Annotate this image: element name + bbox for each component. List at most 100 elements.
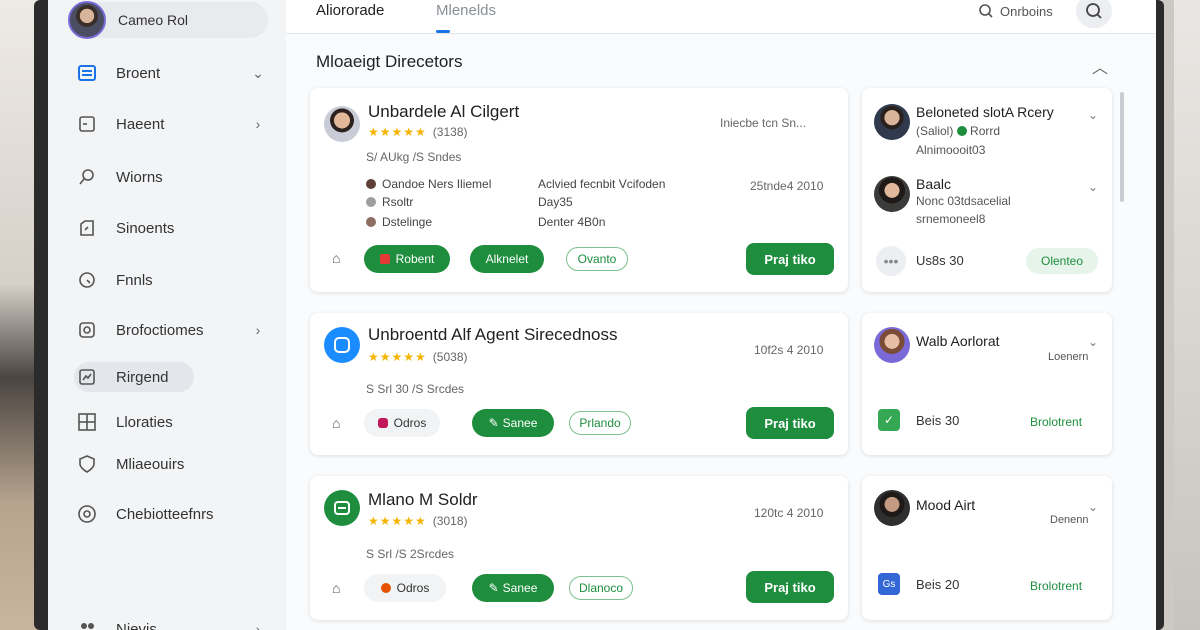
agent-title: Mlano M Soldr [368,490,478,509]
agent-date: 10f2s 4 2010 [754,343,824,357]
app-icon [324,490,360,526]
chevron-down-icon[interactable]: ⌄ [1088,108,1098,122]
detail-item-2: Denter 4B0n [538,215,606,229]
profile-pill[interactable]: Cameo Rol [68,1,268,39]
app-icon: ✓ [878,409,900,431]
chip-dlanoco[interactable]: Dlanoco [569,576,633,600]
bookmark-icon[interactable]: ⌂ [332,250,348,266]
detail-item-2: Day35 [538,195,573,209]
top-bar: Aliororade Mlenelds Onrboins [286,0,1156,34]
rating: ★★★★★ (3018) [368,514,468,528]
agent-meta: S Srl /S 2Srcdes [366,547,455,561]
chip-sanee[interactable]: ✎ Sanee [472,409,554,437]
chevron-right-icon: › [255,322,261,338]
chevron-down-icon[interactable]: ⌄ [1088,335,1098,349]
tab-indicator [436,30,450,33]
person-role: (Saliol) Rorrd [916,124,1001,138]
bookmark-icon[interactable]: ⌂ [332,415,348,431]
footer-label: Us8s 30 [916,253,964,268]
primary-action-button[interactable]: Praj tiko [746,407,834,439]
app-window: Cameo Rol Broent ⌄ Haeent › Wiorns Sinoe… [48,0,1156,630]
search-icon [979,4,993,18]
person-detail: Alnimoooit03 [916,143,986,157]
app-icon: Gs [878,573,900,595]
scrollbar[interactable] [1120,92,1124,202]
sidebar-item-label: Haeent [116,115,165,133]
bookmark-icon[interactable]: ⌂ [332,580,348,596]
footer-label: Beis 20 [916,577,960,592]
sidebar-item-mliaeouirs[interactable]: Mliaeouirs [76,449,266,479]
search-input[interactable]: Onrboins [978,3,1053,19]
status-badge[interactable]: Olenteo [1026,248,1098,274]
sidebar-item-broent[interactable]: Broent ⌄ [76,58,266,88]
chevron-right-icon: › [255,621,261,630]
sidebar-item-sinoents[interactable]: Sinoents [76,213,266,243]
sidebar-item-chebiotteefnrs[interactable]: Chebiotteefnrs [76,499,266,529]
sidebar-item-haeent[interactable]: Haeent › [76,109,266,139]
agent-date: 25tnde4 2010 [750,179,824,193]
chevron-down-icon[interactable]: ⌄ [1088,180,1098,194]
rating: ★★★★★ (5038) [368,350,468,364]
people-icon [76,618,98,630]
avatar [324,106,360,142]
sidebar: Cameo Rol Broent ⌄ Haeent › Wiorns Sinoe… [48,0,286,630]
agent-date: 120tc 4 2010 [754,506,824,520]
sidebar-item-label: Mliaeouirs [116,455,185,473]
section-title: Mloaeigt Direcetors [316,52,463,71]
sidebar-item-label: Fnnls [116,271,153,289]
tab-active[interactable]: Aliororade [316,2,384,19]
chip-alknelet[interactable]: Alknelet [470,245,544,273]
person-detail: Denenn [1050,514,1089,526]
agent-title: Unbroentd Alf Agent Sirecednoss [368,325,618,344]
agent-card: Unbroentd Alf Agent Sirecednoss ★★★★★ (50… [310,313,848,455]
chevron-up-icon[interactable]: ︿ [1092,54,1108,78]
sidebar-item-label: Sinoents [116,219,175,237]
person-detail: srnemoneel8 [916,212,986,226]
detail-item: Dstelinge [366,215,432,229]
sidebar-item-label: Rirgend [116,368,169,386]
chip-odros[interactable]: Odros [364,409,440,437]
avatar [874,490,910,526]
chip-sanee[interactable]: ✎ Sanee [472,574,554,602]
detail-item-2: Aclvied fecnbit Vcifoden [538,177,666,191]
sidebar-item-label: Brofoctiomes [116,321,204,339]
sidebar-item-lloraties[interactable]: Lloraties [76,407,266,437]
person-name: Beloneted slotA Rcery [916,104,1054,120]
sidebar-item-fnnls[interactable]: Fnnls [76,265,266,295]
more-icon[interactable]: ••• [876,246,906,276]
box-icon [76,319,98,341]
chip-ovanto[interactable]: Ovanto [566,247,628,271]
agent-meta: S/ AUkg /S Sndes [366,150,462,164]
avatar [874,104,910,140]
main-content: Aliororade Mlenelds Onrboins Mloaeigt Di… [286,0,1156,630]
status-text: Brolotrent [1030,579,1083,593]
sidebar-item-brofoctiomes[interactable]: Brofoctiomes › [76,315,266,345]
side-card: Walb Aorlorat ⌄ Loenern ✓ Beis 30 Brolot… [862,313,1112,455]
tab-inactive[interactable]: Mlenelds [436,2,496,19]
chip-odros[interactable]: Odros [364,574,446,602]
search-button[interactable] [1076,0,1112,28]
avatar [68,1,106,39]
side-card: Mood Airt ⌄ Denenn Gs Beis 20 Brolotrent [862,476,1112,620]
agent-right-meta: Iniecbe tcn Sn... [720,116,807,130]
shield-icon [76,453,98,475]
footer-label: Beis 30 [916,413,960,428]
sidebar-item-label: Wiorns [116,168,163,186]
clock-icon [76,269,98,291]
detail-item: Oandoe Ners Iliemel [366,177,491,191]
message-icon [76,113,98,135]
agent-meta: S Srl 30 /S Srcdes [366,382,465,396]
chip-robent[interactable]: Robent [364,245,450,273]
sidebar-item-nievis[interactable]: Nievis › [76,614,266,630]
chevron-down-icon: ⌄ [252,64,264,81]
primary-action-button[interactable]: Praj tiko [746,571,834,603]
chevron-down-icon[interactable]: ⌄ [1088,500,1098,514]
document-icon [76,62,98,84]
settings-icon [76,217,98,239]
help-icon [76,503,98,525]
avatar [874,176,910,212]
sidebar-item-wiorns[interactable]: Wiorns [76,162,266,192]
sidebar-item-rirgend[interactable]: Rirgend [74,362,194,392]
primary-action-button[interactable]: Praj tiko [746,243,834,275]
chip-prlando[interactable]: Prlando [569,411,631,435]
